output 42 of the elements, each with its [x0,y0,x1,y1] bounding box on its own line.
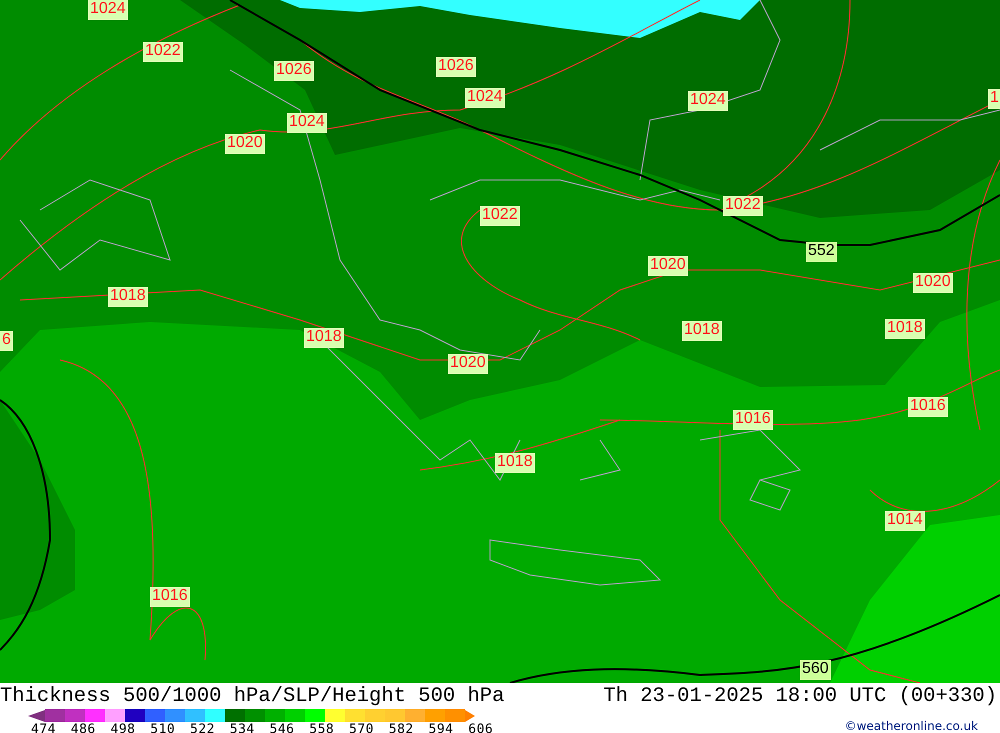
scale-tick-label: 534 [230,722,256,733]
isobar-label: 1020 [913,273,953,293]
isobar-label: 1 [988,89,1000,109]
isobar-label: 1020 [225,134,265,154]
legend-arrow-icon [465,710,475,722]
isobar-label: 1018 [885,319,925,339]
isobar-label: 1024 [465,88,505,108]
isobar-label: 1020 [448,354,488,374]
isobar-label: 1024 [88,0,128,20]
isobar-label: 1022 [143,42,183,62]
scale-tick-label: 486 [70,722,97,733]
scale-tick-label: 510 [150,722,176,733]
isobar-label: 1018 [682,321,722,341]
scale-tick-label: 474 [31,722,57,733]
isobar-label: 1024 [688,91,728,111]
scale-tick-label: 582 [388,722,415,733]
isobar-label: 1018 [108,287,148,307]
scale-tick-label: 606 [468,722,494,733]
map-title: Thickness 500/1000 hPa/SLP/Height 500 hPa [0,684,504,708]
scale-tick-label: 570 [349,722,375,733]
isobar-label: 1018 [495,453,535,473]
scale-tick-label: 558 [309,722,336,733]
isobar-label: 1024 [287,113,327,133]
isobar-label: 1026 [436,57,476,77]
scale-tick-label: 594 [428,722,454,733]
isobar-label: 1022 [723,196,763,216]
isobar-label: 1016 [733,410,773,430]
scale-tick-label: 498 [110,722,136,733]
height-contour-label: 552 [806,242,837,262]
isobar-label: 1022 [480,206,520,226]
isobar-label: 1020 [648,256,688,276]
copyright-link[interactable]: ©weatheronline.co.uk [844,719,978,733]
valid-time: Th 23-01-2025 18:00 UTC (00+330) [603,684,997,708]
isobar-label: 1016 [150,587,190,607]
isobar-label: 1018 [304,328,344,348]
isobar-label: 1026 [274,61,314,81]
isobar-label: 1016 [908,397,948,417]
scale-tick-label: 546 [270,722,296,733]
isobar-label: 6 [0,331,13,351]
isobar-label: 1014 [885,511,925,531]
height-contour-label: 560 [800,660,831,680]
scale-tick-label: 522 [190,722,216,733]
